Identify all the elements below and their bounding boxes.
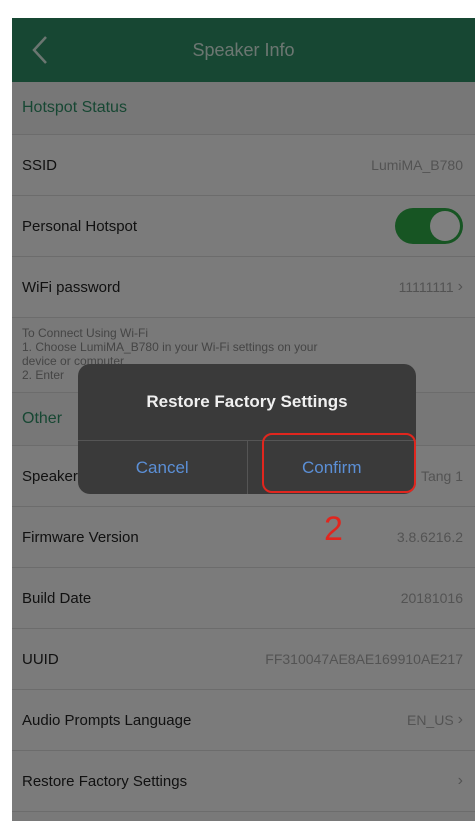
confirm-highlight-box: [262, 433, 416, 493]
app-screen: Speaker Info Hotspot Status SSID LumiMA_…: [12, 18, 475, 821]
dialog-title: Restore Factory Settings: [78, 364, 416, 441]
cancel-button[interactable]: Cancel: [78, 441, 247, 494]
step-number-annotation: 2: [324, 510, 343, 548]
